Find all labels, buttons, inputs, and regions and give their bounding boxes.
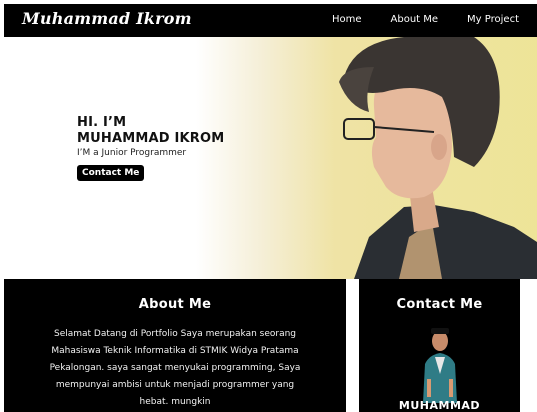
section-divider [346, 279, 359, 412]
brand-logo[interactable]: Muhammad Ikrom [22, 9, 192, 28]
hero-name: MUHAMMAD IKROM [77, 131, 225, 146]
contact-name: MUHAMMAD [398, 399, 481, 412]
contact-profile-photo [423, 328, 457, 403]
contact-section: Contact Me MUHAMMAD [359, 279, 520, 412]
about-title: About Me [138, 297, 212, 312]
hero-subtitle: I’M a Junior Programmer [77, 148, 187, 158]
right-margin [520, 279, 537, 412]
hero-portrait-image [339, 37, 537, 279]
contact-me-button[interactable]: Contact Me [77, 165, 145, 181]
nav-about-link[interactable]: About Me [391, 14, 439, 25]
hero-greeting: HI. I’M [77, 115, 127, 130]
nav-links: Home About Me My Project [303, 14, 519, 25]
hero-section: HI. I’M MUHAMMAD IKROM I’M a Junior Prog… [4, 37, 537, 279]
navbar: Muhammad Ikrom Home About Me My Project [4, 4, 537, 37]
hero-text-block: HI. I’M MUHAMMAD IKROM I’M a Junior Prog… [77, 115, 224, 181]
nav-home-link[interactable]: Home [332, 14, 362, 25]
about-text: Selamat Datang di Portfolio Saya merupak… [49, 329, 301, 407]
about-section: About Me Selamat Datang di Portfolio Say… [4, 279, 346, 412]
contact-title: Contact Me [396, 297, 483, 312]
nav-project-link[interactable]: My Project [467, 14, 519, 25]
